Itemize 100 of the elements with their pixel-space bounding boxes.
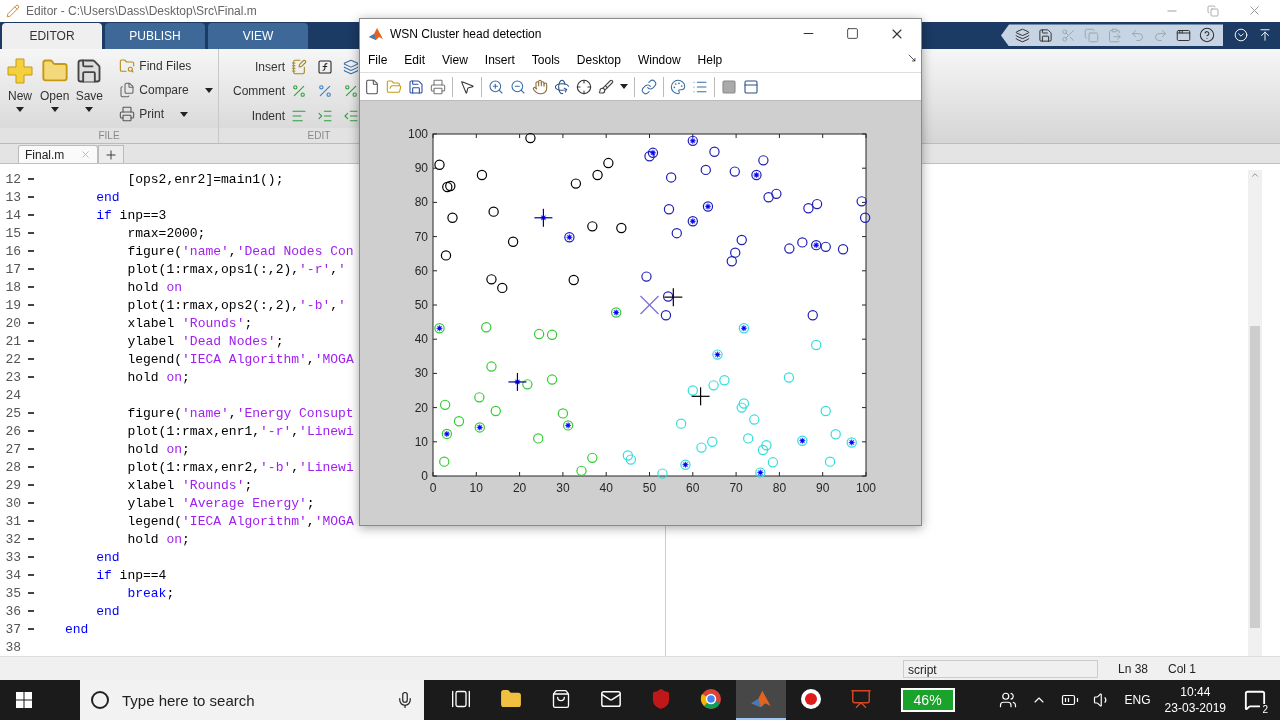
code-line: hold on; [126, 369, 190, 385]
tick-label: 10 [414, 434, 428, 449]
code-line: figure('name','Energy Consupt [126, 405, 354, 421]
clock-date: 23-03-2019 [1164, 700, 1226, 716]
code-line: [ops2,enr2]=main1(); [126, 171, 284, 187]
code-line: plot(1:rmax,enr1,'-r','Linewi [126, 423, 354, 439]
line-number: 23 [4, 369, 21, 385]
code-line: ylabel 'Dead Nodes'; [126, 333, 284, 349]
toolstrip-button[interactable]: Save [75, 55, 104, 128]
line-number: 20 [4, 315, 21, 331]
toolstrip-label: Insert [254, 58, 285, 76]
code-line: hold on; [126, 441, 190, 457]
toolstrip-button[interactable]: Print [117, 103, 215, 126]
code-line: hold on; [126, 531, 190, 547]
line-number: 37 [4, 621, 21, 637]
tick-label: 60 [414, 263, 428, 278]
clock-time: 10:44 [1180, 684, 1211, 700]
code-line: hold on [126, 279, 183, 295]
line-number: 13 [4, 189, 21, 205]
line-number: 29 [4, 477, 21, 493]
tick-label: 60 [686, 481, 700, 495]
search-input[interactable]: Type here to search [120, 690, 386, 710]
line-number: 19 [4, 297, 21, 313]
line-number: 36 [4, 603, 21, 619]
line-number: 22 [4, 351, 21, 367]
line-number: 27 [4, 441, 21, 457]
menu-item[interactable]: Desktop [576, 53, 621, 68]
tick-label: 30 [414, 366, 428, 381]
tick-label: 0 [421, 469, 428, 483]
code-line: xlabel 'Rounds'; [126, 477, 253, 493]
code-line: end [95, 189, 120, 205]
tick-label: 80 [772, 481, 787, 495]
tick-label: 20 [414, 400, 428, 415]
code-line: xlabel 'Rounds'; [126, 315, 253, 331]
language-indicator[interactable]: ENG [1124, 693, 1151, 707]
tick-label: 40 [414, 332, 428, 347]
line-number: 26 [4, 423, 21, 439]
line-number: 35 [4, 585, 21, 601]
toolstrip-label: Comment [232, 83, 285, 101]
line-number: 21 [4, 333, 21, 349]
ribbon-tab[interactable]: PUBLISH [105, 23, 205, 50]
line-number: 25 [4, 405, 21, 421]
line-number: 16 [4, 243, 21, 259]
toolstrip-button[interactable]: New [6, 55, 34, 128]
code-line: plot(1:rmax,ops1(:,2),'-r',' [126, 261, 346, 277]
menu-item[interactable]: Help [697, 53, 723, 68]
toolstrip-label: Indent [250, 108, 285, 126]
tick-label: 10 [469, 481, 483, 495]
menu-item[interactable]: File [368, 53, 388, 68]
ribbon-tab[interactable]: EDITOR [2, 23, 102, 50]
menu-item[interactable]: Insert [484, 53, 515, 68]
tick-label: 90 [816, 481, 830, 495]
menu-item[interactable]: View [442, 53, 468, 68]
line-number: 28 [4, 459, 21, 475]
tick-label: 50 [414, 298, 428, 312]
code-line: break; [126, 585, 175, 601]
tick-label: 50 [642, 481, 657, 495]
code-line: end [95, 603, 120, 619]
toolstrip-button[interactable]: Compare [117, 79, 215, 102]
tick-label: 20 [512, 481, 527, 495]
window-title: WSN Cluster head detection [390, 26, 542, 41]
file-tab[interactable]: Final.m [18, 145, 98, 164]
line-number: 34 [4, 567, 21, 583]
menu-item[interactable]: Window [637, 53, 681, 68]
line-number: 30 [4, 495, 21, 511]
code-line: figure('name','Dead Nodes Con [126, 243, 354, 259]
line-number: 18 [4, 279, 21, 295]
code-line: if inp==3 [95, 207, 167, 223]
code-line: if inp==4 [95, 567, 167, 583]
code-line: legend('IECA Algorithm','MOGA [126, 351, 354, 367]
ribbon-tab[interactable]: VIEW [208, 23, 308, 50]
line-number: 32 [4, 531, 21, 547]
tick-label: 70 [414, 229, 428, 244]
code-line: plot(1:rmax,enr2,'-b','Linewi [126, 459, 354, 475]
menu-item[interactable]: Edit [404, 53, 426, 68]
line-number: 24 [4, 387, 21, 403]
tick-label: 40 [599, 481, 613, 495]
tick-label: 90 [414, 161, 428, 176]
tick-label: 0 [429, 481, 437, 495]
code-line: end [95, 549, 120, 565]
line-number: 12 [4, 171, 21, 187]
line-number: 31 [4, 513, 21, 529]
code-line: ylabel 'Average Energy'; [126, 495, 315, 511]
code-line: end [65, 621, 89, 637]
search-box[interactable]: Type here to search [80, 680, 424, 720]
code-line: plot(1:rmax,ops2(:,2),'-b',' [126, 297, 346, 313]
code-line: legend('IECA Algorithm','MOGA [126, 513, 354, 529]
status-file-type: script [903, 659, 1098, 678]
line-number: 15 [4, 225, 21, 241]
line-number: 38 [4, 639, 21, 655]
group-label: FILE [0, 127, 218, 143]
window-title: Editor - C:\Users\Dass\Desktop\Src\Final.m [26, 3, 257, 18]
line-number: 33 [4, 549, 21, 565]
line-number: 17 [4, 261, 21, 277]
toolstrip-button[interactable]: Open [40, 55, 70, 128]
menu-item[interactable]: Tools [531, 53, 560, 68]
toolstrip-button[interactable]: Find Files [117, 55, 215, 78]
tick-label: 70 [729, 481, 743, 495]
tick-label: 80 [414, 195, 428, 210]
tick-label: 30 [556, 481, 570, 495]
